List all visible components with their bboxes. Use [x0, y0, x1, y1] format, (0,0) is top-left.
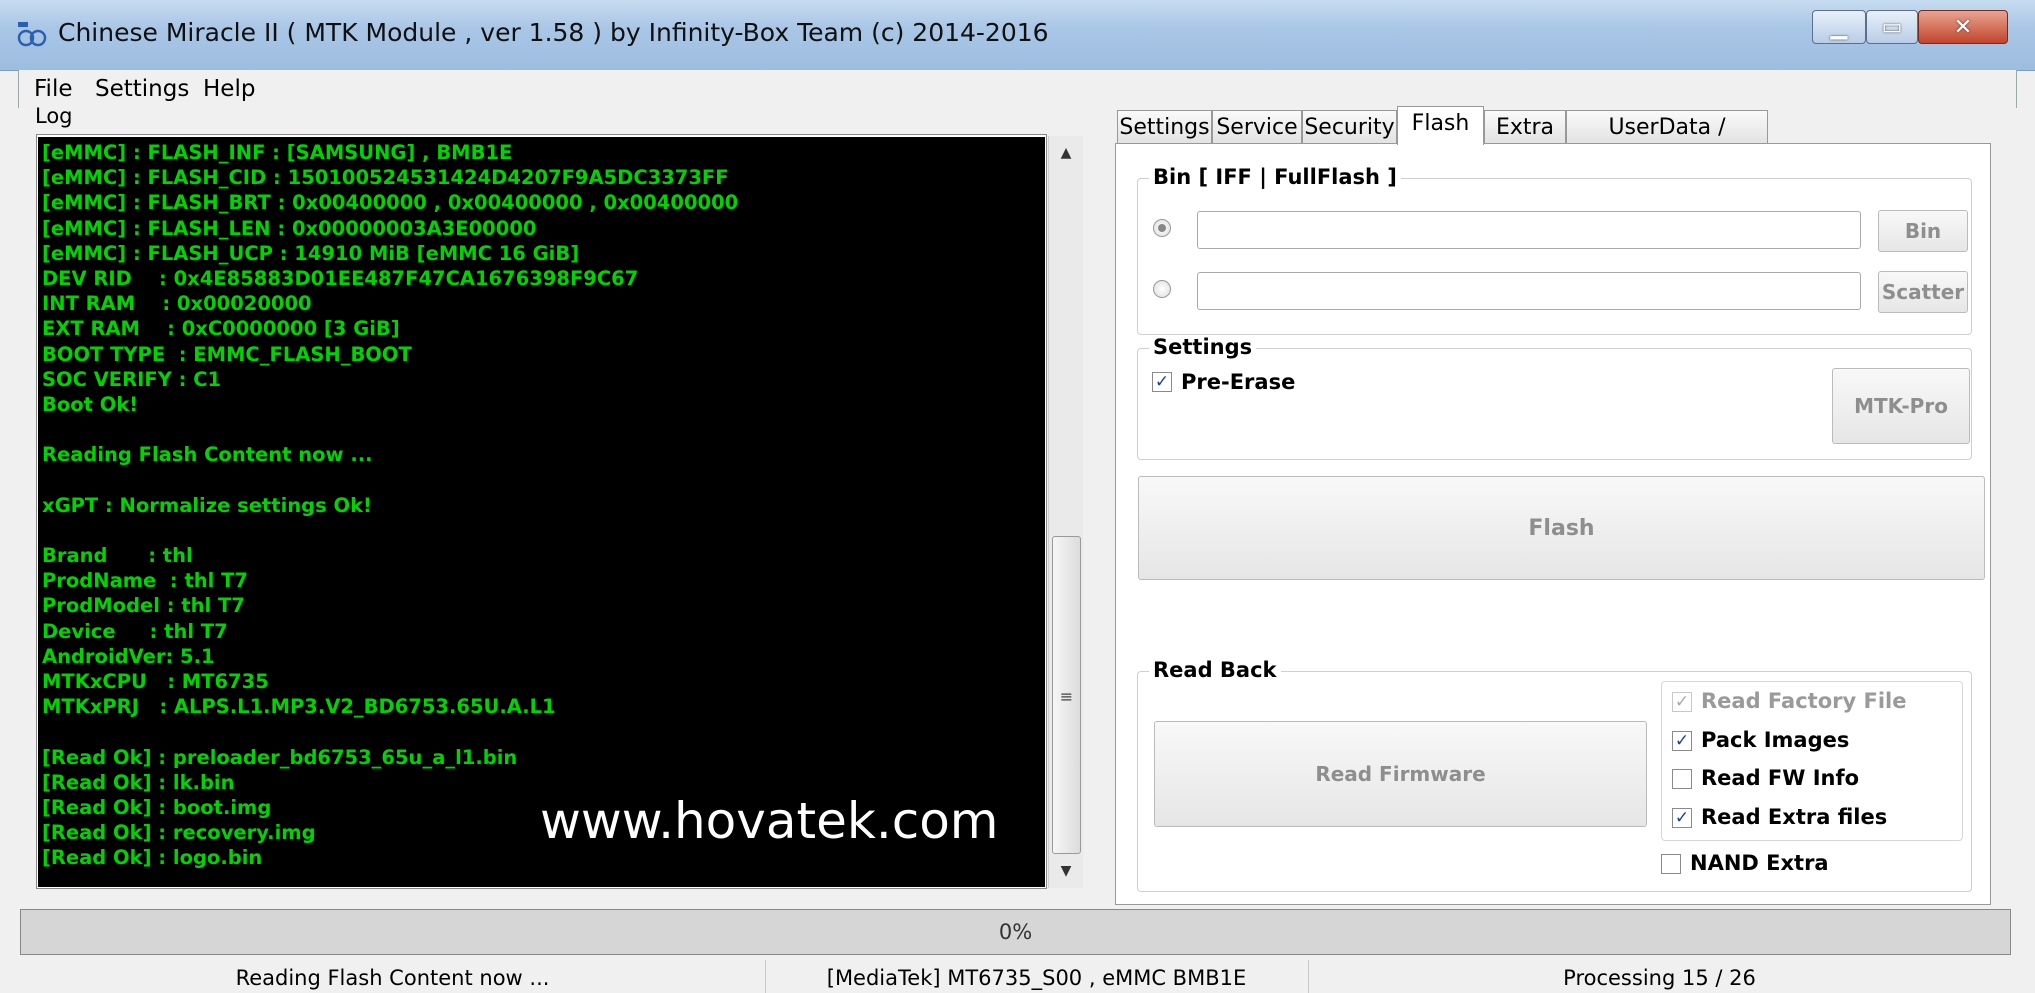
read-fw-info-checkbox[interactable]: [1672, 769, 1692, 789]
menu-bar: File Settings Help: [18, 70, 2017, 108]
scatter-button[interactable]: Scatter: [1878, 271, 1968, 313]
log-line: MTKxCPU : MT6735: [42, 669, 269, 693]
log-line: BOOT TYPE : EMMC_FLASH_BOOT: [42, 342, 412, 366]
minimize-button[interactable]: ▁: [1812, 10, 1866, 44]
read-fw-info-label: Read FW Info: [1701, 766, 1860, 790]
window-title: Chinese Miracle II ( MTK Module , ver 1.…: [58, 18, 1049, 47]
menu-file[interactable]: File: [34, 70, 73, 108]
mtk-pro-button[interactable]: MTK-Pro: [1832, 368, 1970, 444]
log-line: xGPT : Normalize settings Ok!: [42, 493, 372, 517]
log-label: Log: [35, 104, 73, 128]
grip-icon: ≡: [1059, 687, 1074, 706]
log-line: AndroidVer: 5.1: [42, 644, 215, 668]
log-line: Boot Ok!: [42, 392, 139, 416]
log-line: ProdName : thl T7: [42, 569, 248, 593]
pre-erase-checkbox[interactable]: ✓: [1152, 372, 1172, 392]
scroll-up-icon[interactable]: ▲: [1049, 136, 1083, 170]
scatter-radio[interactable]: [1153, 280, 1171, 298]
close-button[interactable]: ✕: [1918, 10, 2008, 44]
log-line: [eMMC] : FLASH_LEN : 0x00000003A3E00000: [42, 216, 537, 240]
log-line: [eMMC] : FLASH_INF : [SAMSUNG] , BMB1E: [42, 141, 513, 164]
read-factory-file-checkbox[interactable]: ✓: [1672, 692, 1692, 712]
read-factory-file-label: Read Factory File: [1701, 689, 1907, 713]
read-back-title: Read Back: [1149, 658, 1281, 682]
title-bar: Chinese Miracle II ( MTK Module , ver 1.…: [0, 0, 2035, 71]
tab-flash[interactable]: Flash: [1397, 106, 1484, 145]
read-extra-files-label: Read Extra files: [1701, 805, 1888, 829]
close-icon: ✕: [1953, 14, 1973, 40]
status-bar: Reading Flash Content now ... [MediaTek]…: [20, 960, 2011, 993]
log-scrollbar[interactable]: ▲ ≡ ▼: [1048, 136, 1083, 888]
app-icon: [17, 22, 47, 47]
read-firmware-button[interactable]: Read Firmware: [1154, 721, 1647, 827]
log-line: [eMMC] : FLASH_UCP : 14910 MiB [eMMC 16 …: [42, 241, 580, 265]
tab-service[interactable]: Service: [1212, 110, 1302, 144]
tab-security[interactable]: Security: [1302, 110, 1397, 144]
log-line: [eMMC] : FLASH_CID : 150100524531424D420…: [42, 166, 729, 190]
minimize-icon: ▁: [1830, 14, 1848, 40]
pack-images-label: Pack Images: [1701, 728, 1850, 752]
log-line: Brand : thl: [42, 544, 193, 567]
status-left: Reading Flash Content now ...: [20, 960, 766, 993]
log-output[interactable]: [eMMC] : FLASH_INF : [SAMSUNG] , BMB1E [e…: [38, 137, 1045, 887]
bin-button[interactable]: Bin: [1878, 210, 1968, 252]
tab-extra[interactable]: Extra: [1484, 110, 1566, 144]
menu-help[interactable]: Help: [203, 70, 255, 108]
menu-settings[interactable]: Settings: [95, 70, 189, 108]
log-line: [Read Ok] : preloader_bd6753_65u_a_l1.bi…: [42, 745, 518, 769]
log-line: INT RAM : 0x00020000: [42, 292, 312, 316]
watermark: www.hovatek.com: [540, 792, 999, 850]
flash-panel: Bin [ IFF | FullFlash ] Bin Scatter Sett…: [1115, 143, 1991, 905]
log-line: Reading Flash Content now ...: [42, 443, 373, 467]
pre-erase-label: Pre-Erase: [1181, 370, 1296, 394]
read-extra-files-checkbox[interactable]: ✓: [1672, 808, 1692, 828]
status-middle: [MediaTek] MT6735_S00 , eMMC BMB1E: [765, 960, 1309, 993]
bin-radio[interactable]: [1153, 219, 1171, 237]
scroll-thumb[interactable]: ≡: [1052, 536, 1081, 854]
log-lines: [eMMC] : FLASH_INF : [SAMSUNG] , BMB1E [e…: [42, 140, 738, 870]
progress-text: 0%: [998, 920, 1033, 944]
scroll-down-icon[interactable]: ▼: [1049, 854, 1083, 888]
maximize-button[interactable]: ▭: [1866, 10, 1918, 44]
bin-path-field[interactable]: [1197, 211, 1861, 249]
tab-settings[interactable]: Settings: [1117, 110, 1212, 144]
tab-userdata-forensic[interactable]: UserData / Forensic: [1566, 110, 1768, 174]
scatter-path-field[interactable]: [1197, 272, 1861, 310]
log-line: EXT RAM : 0xC0000000 [3 GiB]: [42, 317, 400, 341]
log-line: [eMMC] : FLASH_BRT : 0x00400000 , 0x0040…: [42, 191, 739, 215]
bin-group: [1137, 178, 1972, 335]
log-line: SOC VERIFY : C1: [42, 367, 222, 391]
settings-group-title: Settings: [1149, 335, 1257, 359]
maximize-icon: ▭: [1881, 14, 1903, 40]
nand-extra-label: NAND Extra: [1690, 851, 1829, 875]
pack-images-checkbox[interactable]: ✓: [1672, 731, 1692, 751]
log-line: DEV RID : 0x4E85883D01EE487F47CA1676398F…: [42, 266, 639, 290]
log-line: ProdModel : thl T7: [42, 594, 245, 618]
bin-group-title: Bin [ IFF | FullFlash ]: [1149, 165, 1401, 189]
progress-bar: 0%: [20, 909, 2011, 955]
log-line: MTKxPRJ : ALPS.L1.MP3.V2_BD6753.65U.A.L1: [42, 695, 556, 719]
nand-extra-checkbox[interactable]: [1661, 854, 1681, 874]
log-line: Device : thl T7: [42, 619, 228, 643]
status-right: Processing 15 / 26: [1563, 966, 1756, 990]
flash-button[interactable]: Flash: [1138, 476, 1985, 580]
